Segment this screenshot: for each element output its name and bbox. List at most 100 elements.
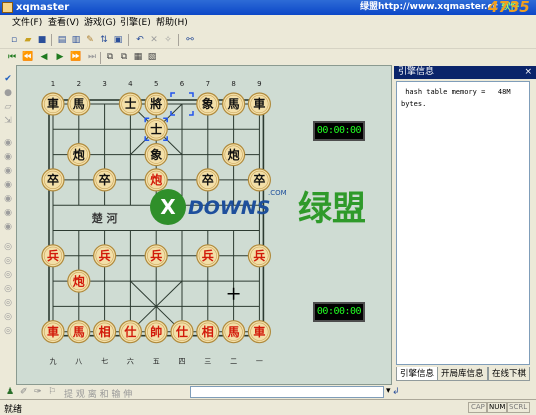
piece-black[interactable]: 馬 — [67, 92, 91, 116]
piece-red[interactable]: 炮 — [67, 269, 91, 293]
main-toolbar: ▫ ▰ ■ ▤ ▥ ✎ ⇅ ▣ ↶ ✕ ✧ ⚯ — [0, 31, 536, 49]
red-elephant-icon[interactable]: ◎ — [2, 269, 14, 281]
enter-icon[interactable]: ↲ — [392, 387, 400, 397]
black-elephant-icon[interactable]: ◉ — [2, 165, 14, 177]
piece-black[interactable]: 車 — [247, 92, 271, 116]
piece-label: 將 — [150, 96, 162, 111]
last-move-icon[interactable]: ⏭ — [86, 51, 98, 63]
black-knight-icon[interactable]: ◉ — [2, 151, 14, 163]
piece-black[interactable]: 炮 — [67, 142, 91, 167]
menu-engine[interactable]: 引擎(E) — [120, 17, 151, 29]
circle-icon[interactable]: ● — [2, 87, 14, 99]
check-icon[interactable]: ✔ — [2, 73, 14, 85]
open-folder-icon[interactable]: ▰ — [22, 34, 34, 46]
top-file-label: 2 — [77, 80, 81, 88]
piece-red[interactable]: 車 — [41, 320, 65, 344]
hint-icon[interactable]: ♟ — [6, 387, 14, 397]
piece-black[interactable]: 象 — [144, 142, 168, 167]
tab-opening-book[interactable]: 开局库信息 — [437, 367, 488, 381]
edit-icon[interactable]: ✎ — [84, 34, 96, 46]
first-move-icon[interactable]: ⏮ — [6, 51, 18, 63]
paste-icon[interactable]: ✧ — [162, 34, 174, 46]
piece-label: 炮 — [73, 273, 85, 288]
red-pawn-icon[interactable]: ◎ — [2, 325, 14, 337]
piece-label: 帥 — [150, 324, 162, 339]
command-input[interactable] — [190, 386, 384, 398]
tool-icon[interactable]: ✐ — [20, 387, 28, 397]
piece-label: 相 — [202, 324, 214, 339]
menu-file[interactable]: 文件(F) — [12, 17, 42, 29]
piece-red[interactable]: 兵 — [196, 244, 220, 268]
piece-label: 相 — [99, 324, 111, 339]
piece-red[interactable]: 車 — [247, 320, 271, 344]
red-rook-icon[interactable]: ◎ — [2, 241, 14, 253]
red-cannon-icon[interactable]: ◎ — [2, 311, 14, 323]
tab-engine-info[interactable]: 引擎信息 — [396, 367, 439, 381]
back-five-icon[interactable]: ⏪ — [22, 51, 34, 63]
piece-red[interactable]: 仕 — [118, 320, 143, 344]
red-knight-icon[interactable]: ◎ — [2, 255, 14, 267]
black-advisor-icon[interactable]: ◉ — [2, 179, 14, 191]
piece-black[interactable]: 士 — [144, 117, 168, 141]
black-rook-icon[interactable]: ◉ — [2, 137, 14, 149]
eraser-icon[interactable]: ▱ — [2, 101, 14, 113]
piece-red[interactable]: 相 — [92, 320, 117, 344]
piece-red[interactable]: 兵 — [41, 244, 65, 268]
draw-icon[interactable]: ✑ — [34, 387, 42, 397]
piece-black[interactable]: 炮 — [222, 142, 246, 167]
export-icon[interactable]: ▥ — [70, 34, 82, 46]
piece-black[interactable]: 將 — [144, 92, 168, 116]
piece-black[interactable]: 卒 — [41, 168, 65, 192]
piece-label: 炮 — [73, 147, 85, 162]
save-icon[interactable]: ■ — [36, 34, 48, 46]
close-icon[interactable]: × — [524, 66, 532, 79]
piece-red[interactable]: 兵 — [92, 244, 117, 268]
import-icon[interactable]: ▤ — [56, 34, 68, 46]
piece-black[interactable]: 車 — [41, 92, 65, 116]
black-pawn-icon[interactable]: ◉ — [2, 221, 14, 233]
menu-view[interactable]: 查看(V) — [48, 17, 79, 29]
piece-black[interactable]: 士 — [118, 92, 143, 116]
arrow-icon[interactable]: ⇲ — [2, 115, 14, 127]
find-icon[interactable]: ⚯ — [184, 34, 196, 46]
copy-icon[interactable]: ⧉ — [104, 51, 116, 63]
piece-black[interactable]: 象 — [196, 92, 220, 116]
piece-black[interactable]: 卒 — [92, 168, 117, 192]
piece-black[interactable]: 馬 — [222, 92, 246, 116]
piece-label: 象 — [150, 147, 162, 162]
menu-help[interactable]: 帮助(H) — [156, 17, 188, 29]
piece-red[interactable]: 馬 — [67, 320, 91, 344]
dropdown-arrow-icon[interactable]: ▾ — [386, 386, 391, 396]
piece-red[interactable]: 馬 — [222, 320, 246, 344]
branch-icon[interactable]: ▧ — [146, 51, 158, 63]
new-file-icon[interactable]: ▫ — [8, 34, 20, 46]
forward-five-icon[interactable]: ⏩ — [70, 51, 82, 63]
engine-output: hash table memory = 48M bytes. — [396, 81, 530, 365]
piece-red[interactable]: 仕 — [170, 320, 194, 344]
next-move-icon[interactable]: ▶ — [54, 51, 66, 63]
flip-board-icon[interactable]: ⇅ — [98, 34, 110, 46]
board-setup-icon[interactable]: ▣ — [112, 34, 124, 46]
piece-label: 士 — [124, 96, 136, 111]
red-king-icon[interactable]: ◎ — [2, 297, 14, 309]
piece-label: 象 — [202, 96, 214, 111]
menu-game[interactable]: 游戏(G) — [84, 17, 116, 29]
go-icon[interactable]: ⚐ — [48, 387, 56, 397]
piece-red[interactable]: 兵 — [144, 244, 168, 268]
watermark-brand: DOWNS — [188, 197, 270, 219]
copy-fen-icon[interactable]: ⧉ — [118, 51, 130, 63]
piece-label: 卒 — [47, 172, 59, 187]
black-cannon-icon[interactable]: ◉ — [2, 207, 14, 219]
piece-red[interactable]: 相 — [196, 320, 220, 344]
comment-icon[interactable]: ▦ — [132, 51, 144, 63]
red-advisor-icon[interactable]: ◎ — [2, 283, 14, 295]
tab-online-play[interactable]: 在线下棋 — [488, 367, 531, 381]
black-king-icon[interactable]: ◉ — [2, 193, 14, 205]
top-file-label: 6 — [180, 80, 185, 88]
cut-icon[interactable]: ✕ — [148, 34, 160, 46]
undo-icon[interactable]: ↶ — [134, 34, 146, 46]
piece-red[interactable]: 帥 — [144, 320, 168, 344]
engine-panel-header: 引擎信息 × — [394, 66, 536, 79]
piece-red[interactable]: 兵 — [247, 244, 271, 268]
previous-move-icon[interactable]: ◀ — [38, 51, 50, 63]
